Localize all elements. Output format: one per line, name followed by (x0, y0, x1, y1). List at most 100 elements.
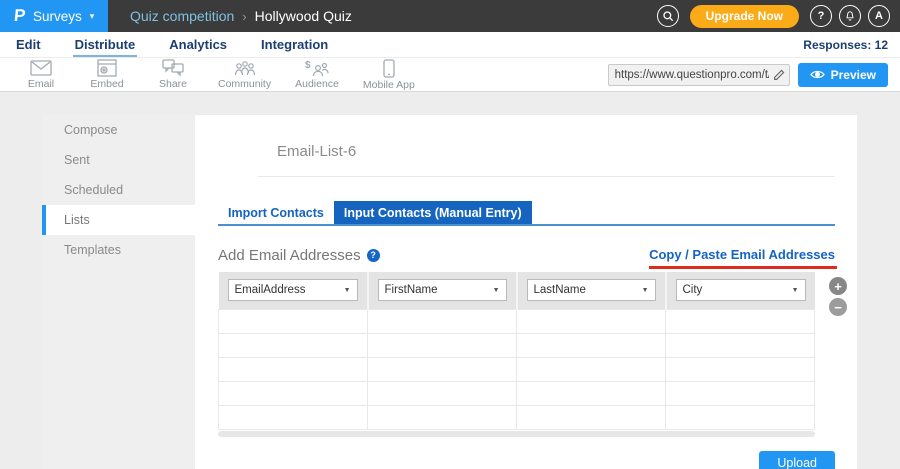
table-cell[interactable] (666, 381, 815, 405)
add-column-button[interactable]: + (829, 277, 847, 295)
responses-count[interactable]: Responses: 12 (803, 38, 888, 52)
channel-email[interactable]: Email (20, 59, 62, 91)
table-cell[interactable] (666, 405, 815, 429)
table-cell[interactable] (219, 405, 368, 429)
nav-items: Edit Distribute Analytics Integration (14, 33, 330, 57)
copy-paste-link-wrap: Copy / Paste Email Addresses (649, 246, 835, 264)
column-select-city[interactable]: City▼ (676, 279, 806, 301)
table-row (219, 405, 815, 429)
channel-buttons: Email Embed Share Community $ Audience M… (20, 59, 415, 91)
table-cell[interactable] (517, 381, 666, 405)
table-cell[interactable] (368, 309, 517, 333)
sidebar-item-scheduled[interactable]: Scheduled (42, 175, 195, 205)
title-divider (258, 176, 835, 177)
toolbar-right: Preview (608, 63, 900, 87)
copy-paste-email-addresses-link[interactable]: Copy / Paste Email Addresses (649, 247, 835, 262)
eye-icon (810, 69, 825, 80)
contacts-table: EmailAddress▼ FirstName▼ LastName▼ City▼ (218, 272, 815, 430)
chevron-down-icon: ▼ (344, 287, 351, 294)
community-icon (233, 59, 257, 77)
channel-audience[interactable]: $ Audience (295, 59, 339, 91)
chevron-down-icon: ▾ (90, 11, 95, 22)
survey-url-field-wrap (608, 64, 790, 86)
survey-url-input[interactable] (608, 64, 790, 86)
remove-column-button[interactable]: − (829, 298, 847, 316)
column-select-lastname[interactable]: LastName▼ (527, 279, 656, 301)
upload-button[interactable]: Upload (759, 451, 835, 469)
svg-text:$: $ (305, 60, 311, 71)
tab-import-contacts[interactable]: Import Contacts (218, 201, 334, 224)
horizontal-scrollbar[interactable] (218, 431, 815, 437)
table-cell[interactable] (219, 381, 368, 405)
table-cell[interactable] (368, 357, 517, 381)
nav-item-analytics[interactable]: Analytics (167, 33, 229, 57)
table-cell[interactable] (517, 357, 666, 381)
sidebar-item-sent[interactable]: Sent (42, 145, 195, 175)
channel-embed[interactable]: Embed (86, 59, 128, 91)
product-switcher[interactable]: P Surveys ▾ (0, 0, 108, 32)
table-row (219, 357, 815, 381)
nav-item-edit[interactable]: Edit (14, 33, 43, 57)
top-header-bar: P Surveys ▾ Quiz competition › Hollywood… (0, 0, 900, 32)
channel-label: Share (159, 78, 187, 90)
nav-item-distribute[interactable]: Distribute (73, 33, 138, 57)
edit-url-pencil-icon[interactable] (773, 68, 786, 81)
sidebar-item-templates[interactable]: Templates (42, 235, 195, 265)
notifications-button[interactable] (839, 5, 861, 27)
product-name: Surveys (33, 9, 82, 24)
sidebar-item-compose[interactable]: Compose (42, 115, 195, 145)
table-cell[interactable] (219, 309, 368, 333)
contacts-tabs: Import Contacts Input Contacts (Manual E… (218, 201, 835, 226)
search-icon (662, 10, 674, 22)
channel-mobile-app[interactable]: Mobile App (363, 59, 415, 91)
lists-panel: Email-List-6 Import Contacts Input Conta… (195, 115, 857, 469)
table-cell[interactable] (666, 357, 815, 381)
column-select-emailaddress[interactable]: EmailAddress▼ (228, 279, 358, 301)
header-actions: Upgrade Now ? A (657, 5, 900, 28)
table-cell[interactable] (368, 333, 517, 357)
audience-icon: $ (305, 59, 329, 77)
table-cell[interactable] (517, 405, 666, 429)
add-emails-header-row: Add Email Addresses ? Copy / Paste Email… (218, 246, 835, 264)
add-email-addresses-title: Add Email Addresses (218, 247, 361, 264)
tab-input-contacts-manual[interactable]: Input Contacts (Manual Entry) (334, 201, 532, 224)
channel-label: Email (28, 78, 54, 90)
survey-nav-bar: Edit Distribute Analytics Integration Re… (0, 32, 900, 58)
channel-share[interactable]: Share (152, 59, 194, 91)
table-cell[interactable] (368, 405, 517, 429)
sidebar-item-lists[interactable]: Lists (42, 205, 195, 235)
table-cell[interactable] (517, 309, 666, 333)
table-row (219, 309, 815, 333)
breadcrumb-parent[interactable]: Quiz competition (130, 8, 234, 24)
page-body: Compose Sent Scheduled Lists Templates E… (0, 92, 900, 469)
table-row (219, 333, 815, 357)
channel-community[interactable]: Community (218, 59, 271, 91)
table-cell[interactable] (517, 333, 666, 357)
chevron-down-icon: ▼ (792, 287, 799, 294)
help-button[interactable]: ? (810, 5, 832, 27)
table-cell[interactable] (219, 333, 368, 357)
questionpro-logo-icon: P (13, 6, 26, 26)
breadcrumb-separator: › (242, 9, 246, 24)
channel-label: Audience (295, 78, 339, 90)
account-avatar[interactable]: A (868, 5, 890, 27)
table-cell[interactable] (666, 309, 815, 333)
upgrade-now-button[interactable]: Upgrade Now (690, 5, 799, 28)
contacts-table-zone: EmailAddress▼ FirstName▼ LastName▼ City▼… (218, 272, 857, 437)
nav-item-integration[interactable]: Integration (259, 33, 330, 57)
search-button[interactable] (657, 5, 679, 27)
breadcrumb: Quiz competition › Hollywood Quiz (130, 8, 352, 24)
share-icon (162, 59, 184, 77)
column-select-firstname[interactable]: FirstName▼ (378, 279, 507, 301)
table-cell[interactable] (219, 357, 368, 381)
help-tooltip-icon[interactable]: ? (367, 249, 380, 262)
preview-button[interactable]: Preview (798, 63, 888, 87)
email-icon (30, 59, 52, 77)
table-row (219, 381, 815, 405)
upload-row: Upload (218, 451, 835, 469)
chevron-down-icon: ▼ (493, 287, 500, 294)
table-cell[interactable] (666, 333, 815, 357)
channel-label: Mobile App (363, 79, 415, 91)
preview-label: Preview (831, 68, 876, 82)
table-cell[interactable] (368, 381, 517, 405)
